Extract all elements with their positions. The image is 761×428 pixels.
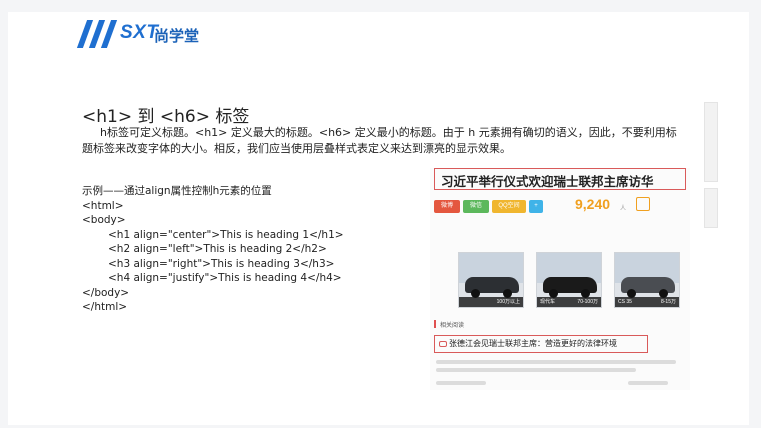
qzone-share-button[interactable]: QQ空间 (492, 199, 526, 213)
car-ad-1[interactable]: 100万以上 (458, 252, 524, 308)
related-headline-link[interactable]: 张德江会见瑞士联邦主席：营造更好的法律环境 (434, 335, 648, 353)
code-line: <h4 align="justify">This is heading 4</h… (108, 272, 342, 284)
wechat-share-button[interactable]: 微信 (463, 199, 489, 213)
chat-icon (439, 340, 447, 347)
code-line: <h1 align="center">This is heading 1</h1… (108, 228, 344, 241)
car-ad-3[interactable]: CS 35 8-15万 (614, 252, 680, 308)
more-share-button[interactable]: + (529, 199, 543, 213)
related-label: 相关阅读 (440, 322, 465, 329)
blurred-text (436, 368, 636, 372)
side-decoration (704, 102, 718, 182)
news-screenshot: 习近平举行仪式欢迎瑞士联邦主席访华 微博 微信 QQ空间 + 9,240 人 1… (430, 168, 690, 390)
slide-intro: h标签可定义标题。<h1> 定义最大的标题。<h6> 定义最小的标题。由于 h … (82, 126, 677, 155)
blurred-text (628, 381, 668, 385)
brand-logo-cn: 尚学堂 (154, 27, 200, 45)
car-ad-caption: 现代车 (540, 299, 556, 305)
code-line: </body> (82, 286, 130, 299)
news-title: 习近平举行仪式欢迎瑞士联邦主席访华 (434, 168, 686, 190)
slide-header: SXT 尚学堂 (8, 12, 749, 58)
edit-icon[interactable] (636, 197, 650, 211)
car-ad-caption: CS 35 (618, 299, 632, 305)
slide-heading: <h1> 到 <h6> 标签 (82, 107, 250, 127)
car-ad-price: 70-100万 (577, 299, 598, 305)
weibo-share-button[interactable]: 微博 (434, 199, 460, 213)
brand-logo: SXT (120, 22, 159, 43)
share-bar: 微博 微信 QQ空间 + (434, 198, 546, 214)
car-ad-price: 100万以上 (496, 299, 520, 305)
related-marker (434, 320, 436, 328)
blurred-text (436, 381, 486, 385)
car-ad-2[interactable]: 现代车 70-100万 (536, 252, 602, 308)
car-ad-price: 8-15万 (660, 299, 676, 305)
code-example: 示例——通过align属性控制h元素的位置 <html> <body> <h1 … (82, 184, 344, 315)
code-line: <html> (82, 199, 124, 212)
brand-stripes-icon (76, 20, 118, 48)
code-line: 示例——通过align属性控制h元素的位置 (82, 185, 272, 197)
code-line: <body> (82, 214, 126, 226)
code-line: </html> (82, 301, 128, 313)
related-headline: 张德江会见瑞士联邦主席：营造更好的法律环境 (449, 339, 617, 348)
blurred-text (436, 360, 676, 364)
code-line: <h3 align="right">This is heading 3</h3> (108, 257, 335, 270)
slide: SXT 尚学堂 <h1> 到 <h6> 标签 h标签可定义标题。<h1> 定义最… (8, 12, 749, 425)
side-decoration (704, 188, 718, 228)
code-line: <h2 align="left">This is heading 2</h2> (108, 243, 327, 255)
share-count-unit: 人 (620, 206, 627, 212)
share-count: 9,240 (575, 196, 611, 212)
